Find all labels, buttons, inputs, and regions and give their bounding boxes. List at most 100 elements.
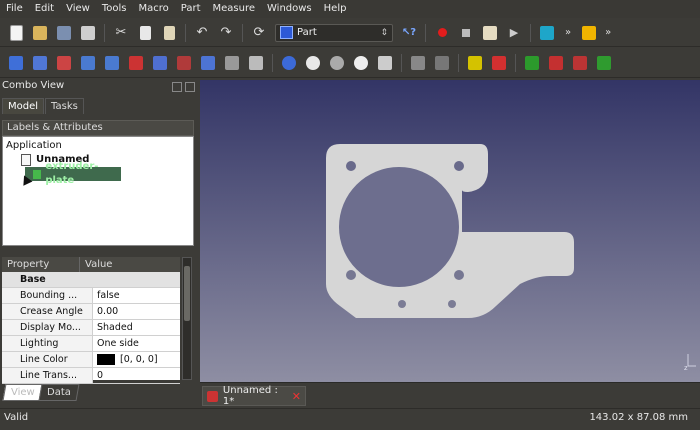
- part-tool-button[interactable]: [222, 53, 242, 73]
- toolbar-part: [0, 48, 700, 78]
- part-tool-button[interactable]: [78, 53, 98, 73]
- menu-view[interactable]: View: [60, 0, 96, 18]
- combo-view-title: Combo View: [2, 80, 65, 91]
- property-value[interactable]: Shaded: [93, 320, 180, 335]
- menu-file[interactable]: File: [0, 0, 29, 18]
- refresh-button[interactable]: ⟳: [249, 23, 269, 43]
- property-row[interactable]: Lighting One side: [2, 336, 180, 352]
- mount-hole-icon: [454, 161, 464, 171]
- copy-button[interactable]: [135, 23, 155, 43]
- toolbar-separator: [185, 23, 186, 42]
- menu-windows[interactable]: Windows: [261, 0, 318, 18]
- boolean-button[interactable]: [279, 53, 299, 73]
- section-op-button[interactable]: [375, 53, 395, 73]
- tree-item-extruder-plate[interactable]: extruder-plate: [25, 161, 121, 186]
- menu-part[interactable]: Part: [175, 0, 207, 18]
- fuse-button[interactable]: [327, 53, 347, 73]
- mount-hole-icon: [346, 270, 356, 280]
- toolbar-separator: [530, 23, 531, 42]
- boolean-icon: [282, 55, 296, 70]
- property-row[interactable]: Bounding ... false: [2, 288, 180, 304]
- float-icon[interactable]: [172, 82, 182, 92]
- scrollbar-thumb[interactable]: [184, 266, 190, 321]
- part-tool-button[interactable]: [174, 53, 194, 73]
- std-view-button[interactable]: [537, 23, 557, 43]
- part-tool-button[interactable]: [246, 53, 266, 73]
- document-tab[interactable]: Unnamed : 1* ✕: [202, 385, 306, 407]
- whats-this-button[interactable]: ↖?: [399, 23, 419, 43]
- property-value-color[interactable]: [0, 0, 0]: [93, 352, 180, 367]
- property-row[interactable]: Line Color [0, 0, 0]: [2, 352, 180, 368]
- toolbar-overflow-icon[interactable]: »: [565, 27, 571, 38]
- face-icon: [129, 55, 143, 70]
- whats-this-icon: ↖?: [401, 27, 417, 38]
- property-row[interactable]: Line Trans... 0: [2, 368, 180, 384]
- 3d-viewport[interactable]: z: [200, 80, 700, 382]
- cut-button[interactable]: ✂: [111, 23, 131, 43]
- mirror-icon: [57, 55, 71, 70]
- mount-hole-icon: [346, 161, 356, 171]
- open-button[interactable]: [30, 23, 50, 43]
- macro-edit-button[interactable]: [480, 23, 500, 43]
- measure-angular-button[interactable]: [489, 53, 509, 73]
- measure-toggle-delta-button[interactable]: [594, 53, 614, 73]
- measure-refresh-button[interactable]: [522, 53, 542, 73]
- part-tool-button[interactable]: [126, 53, 146, 73]
- measure-clear-icon: [549, 55, 563, 70]
- tree-item-label: extruder-plate: [45, 161, 99, 186]
- part-tool-button[interactable]: [102, 53, 122, 73]
- property-scrollbar[interactable]: [182, 257, 192, 380]
- toolbar-separator: [401, 53, 402, 72]
- close-icon[interactable]: ✕: [292, 390, 301, 403]
- property-row[interactable]: Display Mo... Shaded: [2, 320, 180, 336]
- toolbar-overflow-icon[interactable]: »: [605, 27, 611, 38]
- common-button[interactable]: [351, 53, 371, 73]
- part-tool-button[interactable]: [198, 53, 218, 73]
- property-value[interactable]: false: [93, 288, 180, 303]
- paste-button[interactable]: [159, 23, 179, 43]
- property-value[interactable]: 0: [93, 368, 180, 383]
- extruder-plate-shape[interactable]: z: [200, 80, 700, 382]
- menu-macro[interactable]: Macro: [132, 0, 174, 18]
- print-button[interactable]: [78, 23, 98, 43]
- part-tool-button[interactable]: [54, 53, 74, 73]
- tab-data[interactable]: Data: [38, 384, 80, 401]
- labels-attributes-header[interactable]: Labels & Attributes: [2, 120, 194, 136]
- macro-run-button[interactable]: ▶: [504, 23, 524, 43]
- macro-record-button[interactable]: [432, 23, 452, 43]
- tab-tasks[interactable]: Tasks: [45, 98, 84, 114]
- menu-tools[interactable]: Tools: [96, 0, 133, 18]
- part-tool-button[interactable]: [6, 53, 26, 73]
- compound-button[interactable]: [408, 53, 428, 73]
- part-tool-button[interactable]: [150, 53, 170, 73]
- property-value[interactable]: 0.00: [93, 304, 180, 319]
- new-file-button[interactable]: [6, 23, 26, 43]
- menu-edit[interactable]: Edit: [29, 0, 60, 18]
- save-button[interactable]: [54, 23, 74, 43]
- tab-model[interactable]: Model: [2, 98, 45, 114]
- macro-stop-button[interactable]: [456, 23, 476, 43]
- workbench-selector[interactable]: Part ⇕: [275, 23, 393, 42]
- tab-view[interactable]: View: [2, 384, 44, 401]
- measure-clear-button[interactable]: [546, 53, 566, 73]
- redo-icon: ↷: [220, 25, 232, 40]
- property-row[interactable]: Crease Angle 0.00: [2, 304, 180, 320]
- undo-button[interactable]: ↶: [192, 23, 212, 43]
- value-column-header[interactable]: Value: [80, 257, 112, 272]
- measure-angular-icon: [492, 55, 506, 70]
- measure-linear-button[interactable]: [465, 53, 485, 73]
- menu-help[interactable]: Help: [318, 0, 353, 18]
- explode-button[interactable]: [432, 53, 452, 73]
- property-value[interactable]: One side: [93, 336, 180, 351]
- chamfer-icon: [105, 55, 119, 70]
- view-fit-button[interactable]: [579, 23, 599, 43]
- part-tool-button[interactable]: [30, 53, 50, 73]
- close-icon[interactable]: [185, 82, 195, 92]
- measure-toggle-3d-button[interactable]: [570, 53, 590, 73]
- menu-bar: File Edit View Tools Macro Part Measure …: [0, 0, 700, 18]
- menu-measure[interactable]: Measure: [207, 0, 262, 18]
- cut-op-button[interactable]: [303, 53, 323, 73]
- redo-button[interactable]: ↷: [216, 23, 236, 43]
- property-group-row[interactable]: Base: [2, 272, 180, 288]
- property-column-header[interactable]: Property: [2, 257, 80, 272]
